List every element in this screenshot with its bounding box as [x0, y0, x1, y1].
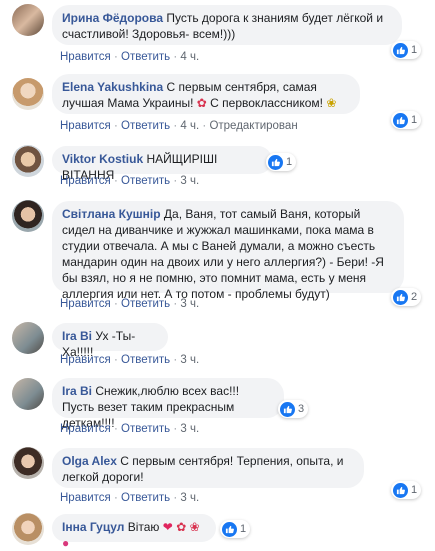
avatar[interactable]: [12, 4, 44, 36]
like-button[interactable]: Нравится: [60, 423, 111, 435]
edited-label: Отредактирован: [209, 120, 298, 132]
comment-bubble: Ирина Фёдорова Пусть дорога к знаниям бу…: [52, 5, 402, 45]
avatar[interactable]: [12, 322, 44, 354]
like-button[interactable]: Нравится: [60, 175, 111, 187]
comment-text: Снежик,люблю всех вас!!!: [95, 384, 240, 398]
comment-author[interactable]: Інна Гуцул: [62, 520, 124, 534]
like-icon: [268, 154, 283, 170]
comment-bubble: Світлана Кушнір Да, Ваня, тот самый Ваня…: [52, 201, 404, 301]
comment-author[interactable]: Ira Bi: [62, 384, 92, 398]
reply-button[interactable]: Ответить: [121, 492, 170, 504]
bouquet-emoji-icon: ❀: [326, 96, 337, 110]
comment-author[interactable]: Olga Alex: [62, 454, 117, 468]
comment-author[interactable]: Ira Bi: [62, 329, 92, 343]
rose-emoji-icon: ✿: [176, 520, 187, 534]
like-icon: [393, 289, 408, 305]
reaction-count[interactable]: 1: [391, 111, 422, 129]
timestamp[interactable]: 4 ч.: [180, 51, 199, 63]
avatar[interactable]: [12, 200, 44, 232]
comment-author[interactable]: Ирина Фёдорова: [62, 11, 163, 25]
comment-author[interactable]: Viktor Kostiuk: [62, 152, 143, 166]
timestamp[interactable]: 3 ч.: [180, 423, 199, 435]
comment-text: С первоклассником!: [210, 96, 323, 110]
reaction-count[interactable]: 2: [391, 288, 422, 306]
comment-actions: Нравится · Ответить · 3 ч.: [60, 175, 200, 187]
like-icon: [393, 112, 408, 128]
reaction-count[interactable]: 1: [266, 153, 297, 171]
like-button[interactable]: Нравится: [60, 51, 111, 63]
reaction-count[interactable]: 1: [391, 41, 422, 59]
avatar[interactable]: [12, 447, 44, 479]
like-icon: [393, 42, 408, 58]
comment-actions: Нравится · Ответить · 3 ч.: [60, 492, 200, 504]
comment-text: Да, Ваня, тот самый Ваня, который сидел …: [62, 207, 384, 301]
reply-button[interactable]: Ответить: [121, 175, 170, 187]
reply-button[interactable]: Ответить: [121, 51, 170, 63]
like-icon: [280, 401, 295, 417]
comment-author[interactable]: Світлана Кушнір: [62, 207, 161, 221]
rose-emoji-icon: ✿: [196, 96, 207, 110]
comment-bubble: Elena Yakushkina С первым сентября, сама…: [52, 74, 360, 114]
like-icon: [393, 482, 408, 498]
like-button[interactable]: Нравится: [60, 354, 111, 366]
reaction-count[interactable]: 3: [278, 400, 309, 418]
timestamp[interactable]: 3 ч.: [180, 354, 199, 366]
comment-bubble: Olga Alex С первым сентября! Терпения, о…: [52, 448, 364, 488]
comment-bubble: Ira Bi Ух -Ты-Ха!!!!!: [52, 323, 168, 359]
comment-bubble: Інна Гуцул Вітаю ❤ ✿ ❀ ●: [52, 514, 216, 550]
avatar[interactable]: [12, 378, 44, 410]
like-icon: [222, 521, 237, 537]
reply-button[interactable]: Ответить: [121, 354, 170, 366]
comment-bubble: Ira Bi Снежик,люблю всех вас!!! Пусть ве…: [52, 378, 284, 430]
hearts-emoji-icon: ❤: [162, 520, 173, 534]
tulip-emoji-icon: ❀: [189, 520, 200, 534]
avatar[interactable]: [12, 513, 44, 545]
comment-actions: Нравится · Ответить · 3 ч.: [60, 298, 200, 310]
like-button[interactable]: Нравится: [60, 120, 111, 132]
like-button[interactable]: Нравится: [60, 492, 111, 504]
timestamp[interactable]: 3 ч.: [180, 492, 199, 504]
reply-button[interactable]: Ответить: [121, 298, 170, 310]
comment-actions: Нравится · Ответить · 3 ч.: [60, 423, 200, 435]
reaction-count[interactable]: 1: [220, 520, 251, 538]
reply-button[interactable]: Ответить: [121, 120, 170, 132]
like-button[interactable]: Нравится: [60, 298, 111, 310]
reply-button[interactable]: Ответить: [121, 423, 170, 435]
comment-actions: Нравится · Ответить · 4 ч.: [60, 51, 200, 63]
reaction-count[interactable]: 1: [391, 481, 422, 499]
timestamp[interactable]: 4 ч.: [180, 120, 199, 132]
comment-actions: Нравится · Ответить · 4 ч. · Отредактиро…: [60, 120, 298, 132]
comment-actions: Нравится · Ответить · 3 ч.: [60, 354, 200, 366]
timestamp[interactable]: 3 ч.: [180, 298, 199, 310]
comment-bubble: Viktor Kostiuk НАЙЩИРІШІ ВІТАННЯ: [52, 146, 272, 182]
avatar[interactable]: [12, 145, 44, 177]
comment-text: Вітаю: [127, 520, 160, 534]
comment-author[interactable]: Elena Yakushkina: [62, 80, 163, 94]
avatar[interactable]: [12, 78, 44, 110]
timestamp[interactable]: 3 ч.: [180, 175, 199, 187]
